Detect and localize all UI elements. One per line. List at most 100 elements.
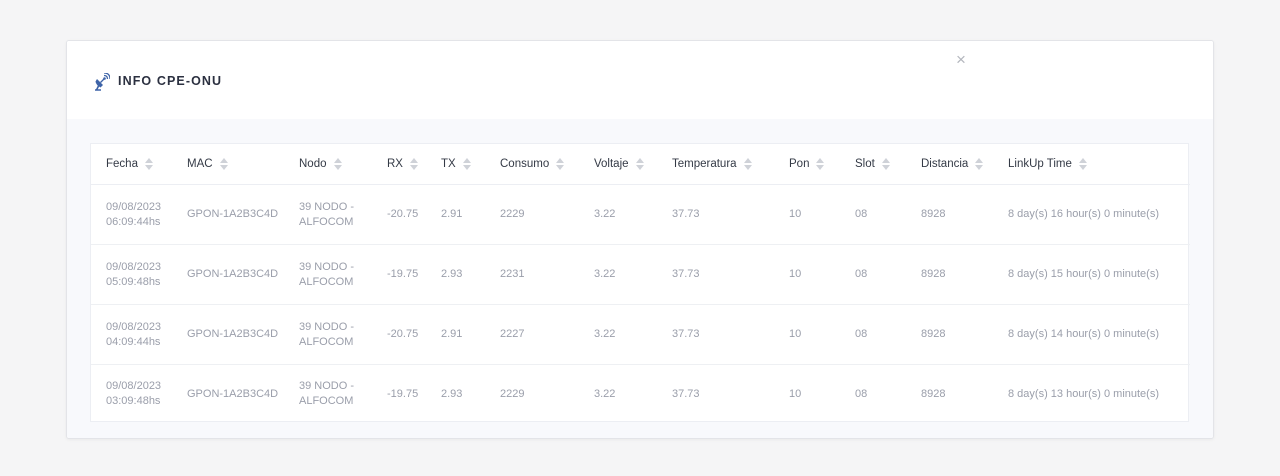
cell-consumo: 2229: [485, 184, 579, 245]
cell-distancia: 8928: [906, 184, 993, 245]
cell-temperatura-text: 37.73: [672, 387, 700, 400]
column-header-label: MAC: [187, 158, 213, 170]
cell-temperatura-text: 37.73: [672, 328, 700, 340]
cell-nodo: 39 NODO - ALFOCOM: [284, 304, 372, 365]
column-header-temperatura[interactable]: Temperatura: [657, 144, 774, 185]
cell-distancia-text: 8928: [921, 328, 946, 340]
column-header-content: Temperatura: [672, 157, 752, 171]
column-header-linkup-time[interactable]: LinkUp Time: [993, 144, 1190, 185]
column-header-label: RX: [387, 158, 403, 170]
cell-slot: 08: [840, 365, 906, 424]
column-header-mac[interactable]: MAC: [172, 144, 284, 185]
column-header-rx[interactable]: RX: [372, 144, 426, 185]
cell-distancia-text: 8928: [921, 268, 946, 280]
cell-rx-text: -20.75: [387, 328, 419, 340]
cell-distancia: 8928: [906, 365, 993, 424]
cell-slot-text: 08: [855, 268, 868, 280]
column-header-content: Slot: [855, 157, 890, 171]
cell-mac-text: GPON-1A2B3C4D: [187, 208, 279, 220]
column-header-consumo[interactable]: Consumo: [485, 144, 579, 185]
cell-consumo-text: 2231: [500, 268, 525, 280]
column-header-content: Fecha: [106, 157, 153, 171]
sort-arrows-icon[interactable]: [881, 157, 890, 171]
cell-pon-text: 10: [789, 328, 802, 340]
cell-tx-text: 2.93: [441, 268, 463, 280]
column-header-label: Nodo: [299, 158, 327, 170]
cell-temperatura: 37.73: [657, 304, 774, 365]
column-header-content: RX: [387, 157, 418, 171]
cell-pon: 10: [774, 244, 840, 305]
column-header-slot[interactable]: Slot: [840, 144, 906, 185]
column-header-label: Distancia: [921, 158, 969, 170]
cell-linkup-time: 8 day(s) 14 hour(s) 0 minute(s): [993, 304, 1190, 365]
column-header-pon[interactable]: Pon: [774, 144, 840, 185]
cell-pon-text: 10: [789, 387, 802, 400]
modal-title: INFO CPE-ONU: [118, 74, 223, 88]
cell-mac: GPON-1A2B3C4D: [172, 244, 284, 305]
cell-mac: GPON-1A2B3C4D: [172, 365, 284, 424]
table-row: 09/08/2023 03:09:48hs GPON-1A2B3C4D 39 NODO…: [91, 365, 1190, 424]
cell-consumo-text: 2227: [500, 328, 525, 340]
cell-consumo-text: 2229: [500, 387, 525, 400]
cell-distancia: 8928: [906, 304, 993, 365]
cell-fecha-text: 09/08/2023: [106, 380, 162, 392]
cell-nodo-text: ALFOCOM: [299, 215, 354, 228]
sort-arrows-icon[interactable]: [219, 157, 228, 171]
cell-pon-text: 10: [789, 268, 802, 280]
cell-linkup-time-text: 8 day(s) 16 hour(s) 0 minute(s): [1008, 208, 1159, 220]
cell-nodo: 39 NODO - ALFOCOM: [284, 365, 372, 424]
sort-arrows-icon[interactable]: [462, 157, 471, 171]
column-header-content: LinkUp Time: [1008, 157, 1087, 171]
table-header-row: Fecha MAC Nodo RX TX Consumo Voltaje Temperatur…: [91, 144, 1190, 185]
cell-rx-text: -19.75: [387, 268, 419, 280]
cell-fecha-text: 09/08/2023: [106, 260, 162, 273]
cell-nodo-text: ALFOCOM: [299, 395, 354, 407]
sort-arrows-icon[interactable]: [1078, 157, 1087, 171]
cell-fecha-text: 09/08/2023: [106, 320, 162, 333]
column-header-tx[interactable]: TX: [426, 144, 485, 185]
cell-distancia-text: 8928: [921, 208, 946, 220]
sort-arrows-icon[interactable]: [333, 157, 342, 171]
cell-slot-text: 08: [855, 387, 868, 400]
cell-linkup-time: 8 day(s) 13 hour(s) 0 minute(s): [993, 365, 1190, 424]
cell-voltaje-text: 3.22: [594, 208, 616, 220]
sort-arrows-icon[interactable]: [635, 157, 644, 171]
column-header-label: Voltaje: [594, 158, 629, 170]
cell-rx: -19.75: [372, 244, 426, 305]
cell-slot: 08: [840, 244, 906, 305]
cell-nodo-text: 39 NODO -: [299, 380, 355, 392]
cell-linkup-time-text: 8 day(s) 15 hour(s) 0 minute(s): [1008, 268, 1159, 280]
column-header-nodo[interactable]: Nodo: [284, 144, 372, 185]
cell-nodo-text: 39 NODO -: [299, 320, 355, 333]
column-header-label: LinkUp Time: [1008, 158, 1072, 170]
cell-slot: 08: [840, 304, 906, 365]
cell-consumo: 2231: [485, 244, 579, 305]
column-header-content: Distancia: [921, 157, 984, 171]
cell-consumo-text: 2229: [500, 208, 525, 220]
sort-arrows-icon[interactable]: [409, 157, 418, 171]
onu-info-table-card: Fecha MAC Nodo RX TX Consumo Voltaje Temperatur…: [90, 143, 1190, 423]
onu-info-table: Fecha MAC Nodo RX TX Consumo Voltaje Temperatur…: [91, 144, 1190, 423]
cell-distancia: 8928: [906, 244, 993, 305]
cell-tx: 2.91: [426, 184, 485, 245]
column-header-label: Pon: [789, 158, 810, 170]
cell-mac-text: GPON-1A2B3C4D: [187, 268, 279, 280]
cell-pon: 10: [774, 304, 840, 365]
cell-consumo: 2227: [485, 304, 579, 365]
cell-slot-text: 08: [855, 208, 868, 220]
sort-arrows-icon[interactable]: [144, 157, 153, 171]
cell-voltaje: 3.22: [579, 184, 657, 245]
sort-arrows-icon[interactable]: [975, 157, 984, 171]
cell-nodo-text: 39 NODO -: [299, 260, 355, 273]
sort-arrows-icon[interactable]: [816, 157, 825, 171]
column-header-voltaje[interactable]: Voltaje: [579, 144, 657, 185]
cell-tx-text: 2.93: [441, 387, 463, 400]
column-header-distancia[interactable]: Distancia: [906, 144, 993, 185]
sort-arrows-icon[interactable]: [743, 157, 752, 171]
cell-nodo-text: 39 NODO -: [299, 200, 355, 213]
cell-temperatura: 37.73: [657, 365, 774, 424]
cell-tx: 2.93: [426, 365, 485, 424]
sort-arrows-icon[interactable]: [556, 157, 565, 171]
close-button[interactable]: ×: [953, 51, 969, 69]
column-header-fecha[interactable]: Fecha: [91, 144, 172, 185]
